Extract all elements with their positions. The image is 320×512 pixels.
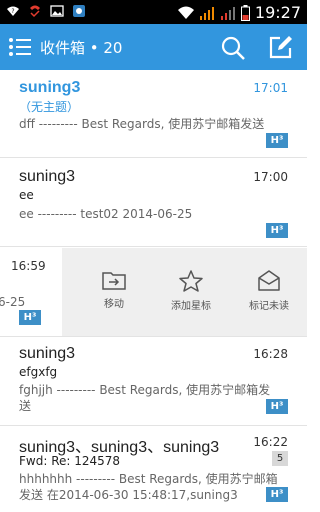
email-sender: suning3 [19, 345, 76, 362]
email-subject: （无主题） [19, 100, 80, 114]
mark-unread-label: 标记未读 [249, 301, 289, 312]
email-row[interactable]: suning3 17:01 （无主题） dff --------- Best R… [0, 70, 307, 158]
thread-count-badge: 5 [272, 451, 288, 466]
search-icon[interactable] [220, 35, 246, 61]
battery-icon [240, 4, 250, 21]
email-row[interactable]: suning3 16:28 efgxfg fghjjh --------- Be… [0, 338, 307, 426]
move-label: 移动 [104, 299, 124, 310]
email-sender: suning3 [19, 79, 81, 96]
compose-icon[interactable] [268, 34, 294, 60]
email-sender: suning3 [19, 168, 76, 185]
menu-icon[interactable] [8, 36, 32, 58]
clock: 19:27 [254, 3, 301, 22]
wifi-question-icon: ? [7, 6, 19, 16]
action-bar: 收件箱 • 20 [0, 24, 307, 70]
move-folder-icon [102, 272, 126, 290]
star-action[interactable]: 添加星标 [156, 270, 226, 312]
envelope-open-icon [258, 270, 280, 291]
email-time: 16:22 [253, 435, 288, 449]
swiped-content: 16:59 6-25 H³ [0, 248, 62, 336]
email-subject: efgxfg [19, 365, 58, 379]
star-icon [179, 270, 203, 292]
h3-badge: H³ [266, 223, 288, 238]
signal-orange-icon [199, 6, 214, 20]
star-label: 添加星标 [171, 301, 211, 312]
h3-badge: H³ [266, 399, 288, 414]
page-title: 收件箱 • 20 [40, 39, 123, 57]
email-list: suning3 17:01 （无主题） dff --------- Best R… [0, 70, 307, 512]
h3-badge: H³ [266, 487, 288, 502]
email-time: 17:01 [253, 81, 288, 95]
signal-red-icon [220, 6, 235, 20]
status-bar: ? 19:27 [0, 0, 307, 24]
email-subject: ee [19, 188, 34, 202]
email-row[interactable]: suning3 17:00 ee ee --------- test02 201… [0, 159, 307, 247]
email-time: 16:28 [253, 347, 288, 361]
email-time: 16:59 [11, 259, 46, 273]
image-icon [50, 5, 64, 17]
email-row-swiped[interactable]: 16:59 6-25 H³ 移动 添加星标 标记未读 [0, 248, 307, 337]
email-preview: dff --------- Best Regards, 使用苏宁邮箱发送 [19, 117, 265, 131]
email-preview: hhhhhhh --------- Best Regards, 使用苏宁邮箱发送… [19, 472, 278, 502]
email-time: 17:00 [253, 170, 288, 184]
email-row[interactable]: suning3、suning3、suning3 16:22 5 Fwd: Re:… [0, 427, 307, 512]
mark-unread-action[interactable]: 标记未读 [234, 270, 304, 312]
swipe-actions: 移动 添加星标 标记未读 [62, 248, 307, 336]
email-preview-fragment: 6-25 [0, 295, 26, 309]
h3-badge: H³ [19, 310, 41, 325]
app-notification-icon [73, 5, 85, 17]
email-preview: fghjjh --------- Best Regards, 使用苏宁邮箱发送 [19, 383, 271, 413]
wifi-icon [177, 6, 194, 19]
email-preview: ee --------- test02 2014-06-25 [19, 207, 193, 221]
move-action[interactable]: 移动 [79, 270, 149, 310]
h3-badge: H³ [266, 133, 288, 148]
missed-call-icon [30, 5, 40, 18]
svg-text:?: ? [11, 8, 14, 15]
email-subject: Fwd: Re: 124578 [19, 454, 121, 468]
